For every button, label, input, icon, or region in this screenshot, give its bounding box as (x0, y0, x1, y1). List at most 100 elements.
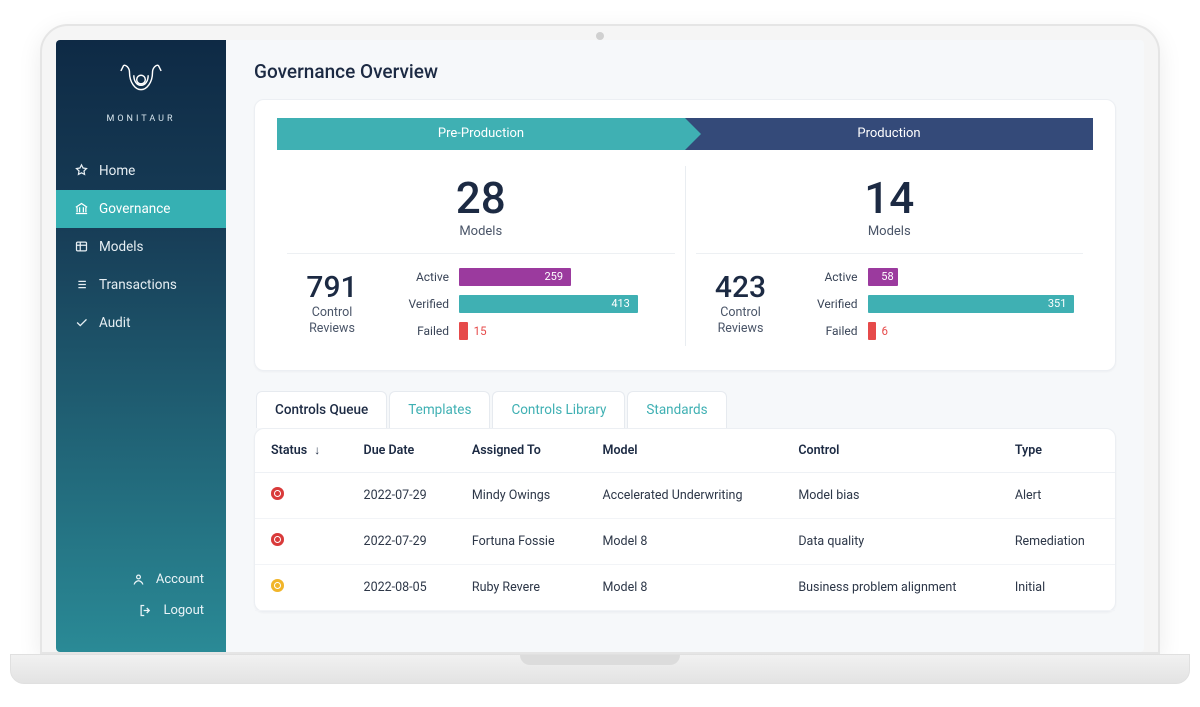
bar-value: 259 (459, 268, 571, 286)
phase-preproduction[interactable]: Pre-Production (277, 118, 685, 150)
sidebar: MONITAUR Home Governance Models Transa (56, 40, 226, 652)
logout-icon (138, 603, 153, 618)
bar-label: Verified (397, 297, 449, 311)
bar-label: Failed (397, 324, 449, 338)
models-number: 14 (696, 176, 1084, 220)
tab-standards[interactable]: Standards (627, 391, 726, 428)
sidebar-item-home[interactable]: Home (56, 152, 226, 190)
tab-controls-queue[interactable]: Controls Queue (256, 391, 387, 428)
cell-type: Initial (999, 564, 1115, 610)
brand-block: MONITAUR (56, 58, 226, 124)
table-row[interactable]: 2022-07-29 Mindy Owings Accelerated Unde… (255, 472, 1115, 518)
cell-due: 2022-07-29 (348, 518, 456, 564)
cell-assigned: Ruby Revere (456, 564, 587, 610)
app-screen: MONITAUR Home Governance Models Transa (56, 40, 1144, 652)
phase-label: Production (857, 126, 920, 141)
bar-active: Active 58 (806, 268, 1084, 286)
bar-label: Active (397, 270, 449, 284)
bar-value: 58 (868, 268, 898, 286)
sidebar-item-logout[interactable]: Logout (56, 595, 226, 626)
bar-value: 351 (868, 295, 1075, 313)
status-error-icon (271, 487, 284, 500)
sidebar-item-audit[interactable]: Audit (56, 304, 226, 342)
brand-logo-icon (118, 89, 164, 108)
sidebar-item-label: Home (99, 163, 135, 179)
bar-value: 413 (459, 295, 638, 313)
cell-control: Data quality (782, 518, 999, 564)
bar-verified: Verified 351 (806, 295, 1084, 313)
bar-label: Failed (806, 324, 858, 338)
sidebar-item-label: Transactions (99, 277, 177, 293)
controls-table: Status ↓ Due Date Assigned To Model Cont… (255, 429, 1115, 611)
summary-col-prod: 14 Models 423 Control Reviews (685, 166, 1094, 346)
primary-nav: Home Governance Models Transactions Audi… (56, 152, 226, 564)
reviews-bars-pre: Active 259 Verified 413 Failed (397, 268, 675, 340)
bar-active: Active 259 (397, 268, 675, 286)
cell-control: Business problem alignment (782, 564, 999, 610)
summary-col-pre: 28 Models 791 Control Reviews (277, 166, 685, 346)
sidebar-item-label: Logout (163, 603, 204, 618)
models-count-prod: 14 Models (696, 172, 1084, 254)
summary-card: Pre-Production Production 28 Models (254, 99, 1116, 371)
cell-assigned: Mindy Owings (456, 472, 587, 518)
cell-model: Accelerated Underwriting (587, 472, 783, 518)
cell-type: Alert (999, 472, 1115, 518)
sort-desc-icon: ↓ (314, 443, 320, 457)
tab-controls-library[interactable]: Controls Library (492, 391, 625, 428)
cell-due: 2022-08-05 (348, 564, 456, 610)
tab-templates[interactable]: Templates (389, 391, 490, 428)
col-due[interactable]: Due Date (348, 429, 456, 473)
cell-due: 2022-07-29 (348, 472, 456, 518)
reviews-bars-prod: Active 58 Verified 351 (806, 268, 1084, 340)
main-content: Governance Overview Pre-Production Produ… (226, 40, 1144, 652)
laptop-base (10, 654, 1190, 684)
col-status[interactable]: Status ↓ (255, 429, 348, 473)
status-warn-icon (271, 579, 284, 592)
reviews-number: 791 (287, 270, 377, 305)
cell-model: Model 8 (587, 564, 783, 610)
sidebar-footer: Account Logout (56, 564, 226, 652)
sidebar-item-account[interactable]: Account (56, 564, 226, 595)
check-icon (74, 315, 89, 330)
bar-label: Verified (806, 297, 858, 311)
controls-table-card: Status ↓ Due Date Assigned To Model Cont… (254, 428, 1116, 612)
user-icon (131, 572, 146, 587)
bar-verified: Verified 413 (397, 295, 675, 313)
table-row[interactable]: 2022-08-05 Ruby Revere Model 8 Business … (255, 564, 1115, 610)
reviews-total-prod: 423 Control Reviews (696, 270, 786, 336)
summary-columns: 28 Models 791 Control Reviews (277, 166, 1093, 346)
phase-bar: Pre-Production Production (277, 118, 1093, 150)
bar-value: 6 (882, 324, 888, 338)
phase-production[interactable]: Production (685, 118, 1093, 150)
models-label: Models (287, 224, 675, 239)
list-icon (74, 277, 89, 292)
sidebar-item-label: Models (99, 239, 144, 255)
reviews-row-pre: 791 Control Reviews Active 259 (287, 268, 675, 340)
sidebar-item-transactions[interactable]: Transactions (56, 266, 226, 304)
star-icon (74, 163, 89, 178)
cell-assigned: Fortuna Fossie (456, 518, 587, 564)
col-type[interactable]: Type (999, 429, 1115, 473)
col-control[interactable]: Control (782, 429, 999, 473)
status-error-icon (271, 533, 284, 546)
sidebar-item-models[interactable]: Models (56, 228, 226, 266)
bank-icon (74, 201, 89, 216)
page-title: Governance Overview (254, 60, 1116, 83)
bar-failed: Failed 15 (397, 322, 675, 340)
models-number: 28 (287, 176, 675, 220)
sidebar-item-label: Account (156, 572, 204, 587)
brand-name: MONITAUR (56, 114, 226, 124)
col-assigned[interactable]: Assigned To (456, 429, 587, 473)
reviews-label: Control Reviews (696, 305, 786, 336)
sidebar-item-label: Audit (99, 315, 131, 331)
bar-fill-failed (868, 322, 876, 340)
sidebar-item-governance[interactable]: Governance (56, 190, 226, 228)
table-row[interactable]: 2022-07-29 Fortuna Fossie Model 8 Data q… (255, 518, 1115, 564)
sidebar-item-label: Governance (99, 201, 170, 217)
col-model[interactable]: Model (587, 429, 783, 473)
camera-notch (596, 32, 604, 40)
cell-type: Remediation (999, 518, 1115, 564)
laptop-mock: MONITAUR Home Governance Models Transa (40, 24, 1160, 654)
cell-model: Model 8 (587, 518, 783, 564)
grid-icon (74, 239, 89, 254)
